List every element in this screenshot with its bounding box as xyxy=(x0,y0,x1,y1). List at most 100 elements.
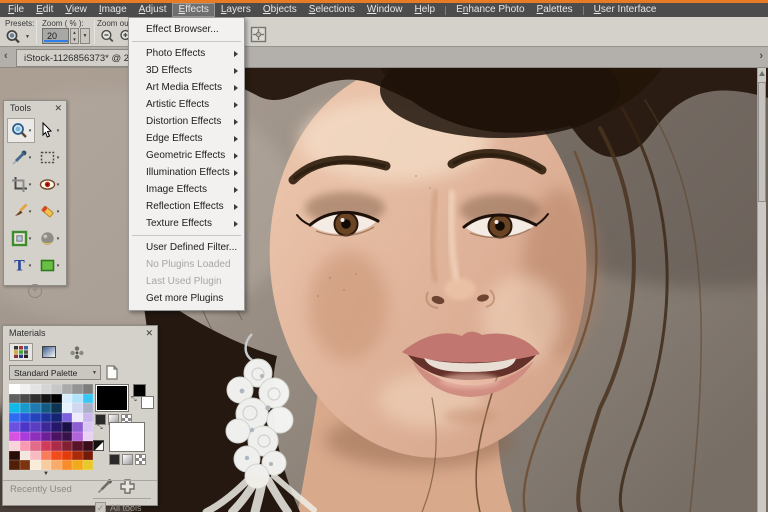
menu-item-user-defined-filter[interactable]: User Defined Filter... xyxy=(129,239,244,256)
swatch-r7c7[interactable] xyxy=(72,441,83,451)
zoom-preset-dropdown[interactable]: ▼ xyxy=(80,28,90,44)
tool-crop[interactable]: ▾ xyxy=(7,172,35,197)
zoom-out-button[interactable] xyxy=(100,29,115,44)
tool-rectangle[interactable]: ▾ xyxy=(35,253,63,278)
tool-dropper[interactable]: ▾ xyxy=(7,145,35,170)
swatch-r6c4[interactable] xyxy=(41,432,52,442)
tab-scroll-right-icon[interactable]: › xyxy=(759,50,763,62)
menu-palettes[interactable]: Palettes xyxy=(531,3,579,17)
swatch-r9c7[interactable] xyxy=(72,460,83,470)
menu-objects[interactable]: Objects xyxy=(257,3,303,17)
add-tool-button[interactable]: + xyxy=(28,284,42,298)
swatch-r7c1[interactable] xyxy=(9,441,20,451)
close-icon[interactable]: ✕ xyxy=(145,328,153,340)
swatch-r9c4[interactable] xyxy=(41,460,52,470)
swatch-r5c2[interactable] xyxy=(20,422,31,432)
swatch-r3c4[interactable] xyxy=(41,403,52,413)
swatch-r6c3[interactable] xyxy=(30,432,41,442)
swatch-r3c3[interactable] xyxy=(30,403,41,413)
menu-item-illumination-effects[interactable]: Illumination Effects xyxy=(129,164,244,181)
swatch-r6c1[interactable] xyxy=(9,432,20,442)
swatch-r3c1[interactable] xyxy=(9,403,20,413)
close-icon[interactable]: ✕ xyxy=(54,103,62,115)
background-color-swatch[interactable] xyxy=(109,422,145,452)
tab-swatches[interactable] xyxy=(9,343,33,361)
menu-enhance-photo[interactable]: Enhance Photo xyxy=(450,3,530,17)
swatch-r8c8[interactable] xyxy=(83,451,94,461)
swatch-r8c5[interactable] xyxy=(51,451,62,461)
fit-window-button[interactable] xyxy=(250,26,267,48)
swatch-r1c5[interactable] xyxy=(51,384,62,394)
swatch-r9c2[interactable] xyxy=(20,460,31,470)
tab-scroll-left-icon[interactable]: ‹ xyxy=(4,50,8,62)
swatch-r8c2[interactable] xyxy=(20,451,31,461)
swap-materials-icon[interactable]: ⤡ xyxy=(97,424,103,432)
swatch-r9c8[interactable] xyxy=(83,460,94,470)
swatch-r7c2[interactable] xyxy=(20,441,31,451)
swatch-r1c3[interactable] xyxy=(30,384,41,394)
menu-selections[interactable]: Selections xyxy=(303,3,361,17)
swatch-r7c5[interactable] xyxy=(51,441,62,451)
swatch-r7c4[interactable] xyxy=(41,441,52,451)
swatch-r3c2[interactable] xyxy=(20,403,31,413)
menu-item-artistic-effects[interactable]: Artistic Effects xyxy=(129,96,244,113)
tool-eraser[interactable]: ▾ xyxy=(35,199,63,224)
swatch-r4c5[interactable] xyxy=(51,413,62,423)
menu-edit[interactable]: Edit xyxy=(30,3,59,17)
bg-pattern-style-button[interactable] xyxy=(135,454,146,465)
swatch-r1c1[interactable] xyxy=(9,384,20,394)
menu-file[interactable]: File xyxy=(2,3,30,17)
spinner-down-icon[interactable]: ▼ xyxy=(72,37,76,42)
new-palette-page-icon[interactable] xyxy=(105,365,119,380)
bg-color-style-button[interactable] xyxy=(109,454,120,465)
swatch-r4c1[interactable] xyxy=(9,413,20,423)
foreground-color-swatch[interactable] xyxy=(95,384,129,412)
menu-window[interactable]: Window xyxy=(361,3,409,17)
swatch-r9c5[interactable] xyxy=(51,460,62,470)
bg-gradient-style-button[interactable] xyxy=(122,454,133,465)
swatch-r4c2[interactable] xyxy=(20,413,31,423)
swatch-r8c4[interactable] xyxy=(41,451,52,461)
menu-help[interactable]: Help xyxy=(409,3,442,17)
swatch-r7c6[interactable] xyxy=(62,441,73,451)
swatch-r3c7[interactable] xyxy=(72,403,83,413)
swatch-r7c3[interactable] xyxy=(30,441,41,451)
menu-layers[interactable]: Layers xyxy=(215,3,257,17)
swatch-r6c2[interactable] xyxy=(20,432,31,442)
swatch-r5c3[interactable] xyxy=(30,422,41,432)
swatch-r9c1[interactable] xyxy=(9,460,20,470)
tool-red-eye[interactable]: ▾ xyxy=(35,172,63,197)
swatch-r2c1[interactable] xyxy=(9,394,20,404)
swatch-r4c4[interactable] xyxy=(41,413,52,423)
swatch-r2c8[interactable] xyxy=(83,394,94,404)
swatch-r2c5[interactable] xyxy=(51,394,62,404)
tool-zoom[interactable]: ▾ xyxy=(7,118,35,143)
tool-pick[interactable]: ▾ xyxy=(35,118,63,143)
menu-item-image-effects[interactable]: Image Effects xyxy=(129,181,244,198)
vertical-scrollbar[interactable] xyxy=(757,68,766,512)
tool-smudge[interactable]: ▾ xyxy=(35,226,63,251)
swatch-r1c6[interactable] xyxy=(62,384,73,394)
all-tools-checkbox[interactable]: ✓ xyxy=(95,502,106,512)
menu-item-get-more-plugins[interactable]: Get more Plugins xyxy=(129,290,244,307)
swatch-more-button[interactable]: ▼ xyxy=(43,471,49,477)
menu-image[interactable]: Image xyxy=(93,3,133,17)
swatch-r5c8[interactable] xyxy=(83,422,94,432)
tool-selection[interactable]: ▾ xyxy=(35,145,63,170)
menu-item-effect-browser[interactable]: Effect Browser... xyxy=(129,21,244,38)
menu-item-reflection-effects[interactable]: Reflection Effects xyxy=(129,198,244,215)
swatch-r5c5[interactable] xyxy=(51,422,62,432)
swatch-r3c8[interactable] xyxy=(83,403,94,413)
palette-select[interactable]: Standard Palette ▼ xyxy=(9,365,101,380)
zoom-presets-button[interactable]: ▼ xyxy=(5,29,30,44)
swatch-r4c3[interactable] xyxy=(30,413,41,423)
swatch-r9c3[interactable] xyxy=(30,460,41,470)
menu-view[interactable]: View xyxy=(59,3,93,17)
swatch-r9c6[interactable] xyxy=(62,460,73,470)
zoom-spinner-arrows[interactable]: ▲ ▼ xyxy=(70,28,79,44)
swatch-r2c2[interactable] xyxy=(20,394,31,404)
menu-item-edge-effects[interactable]: Edge Effects xyxy=(129,130,244,147)
tool-picture-frame[interactable]: ▾ xyxy=(7,226,35,251)
swatch-r1c4[interactable] xyxy=(41,384,52,394)
swatch-r1c2[interactable] xyxy=(20,384,31,394)
